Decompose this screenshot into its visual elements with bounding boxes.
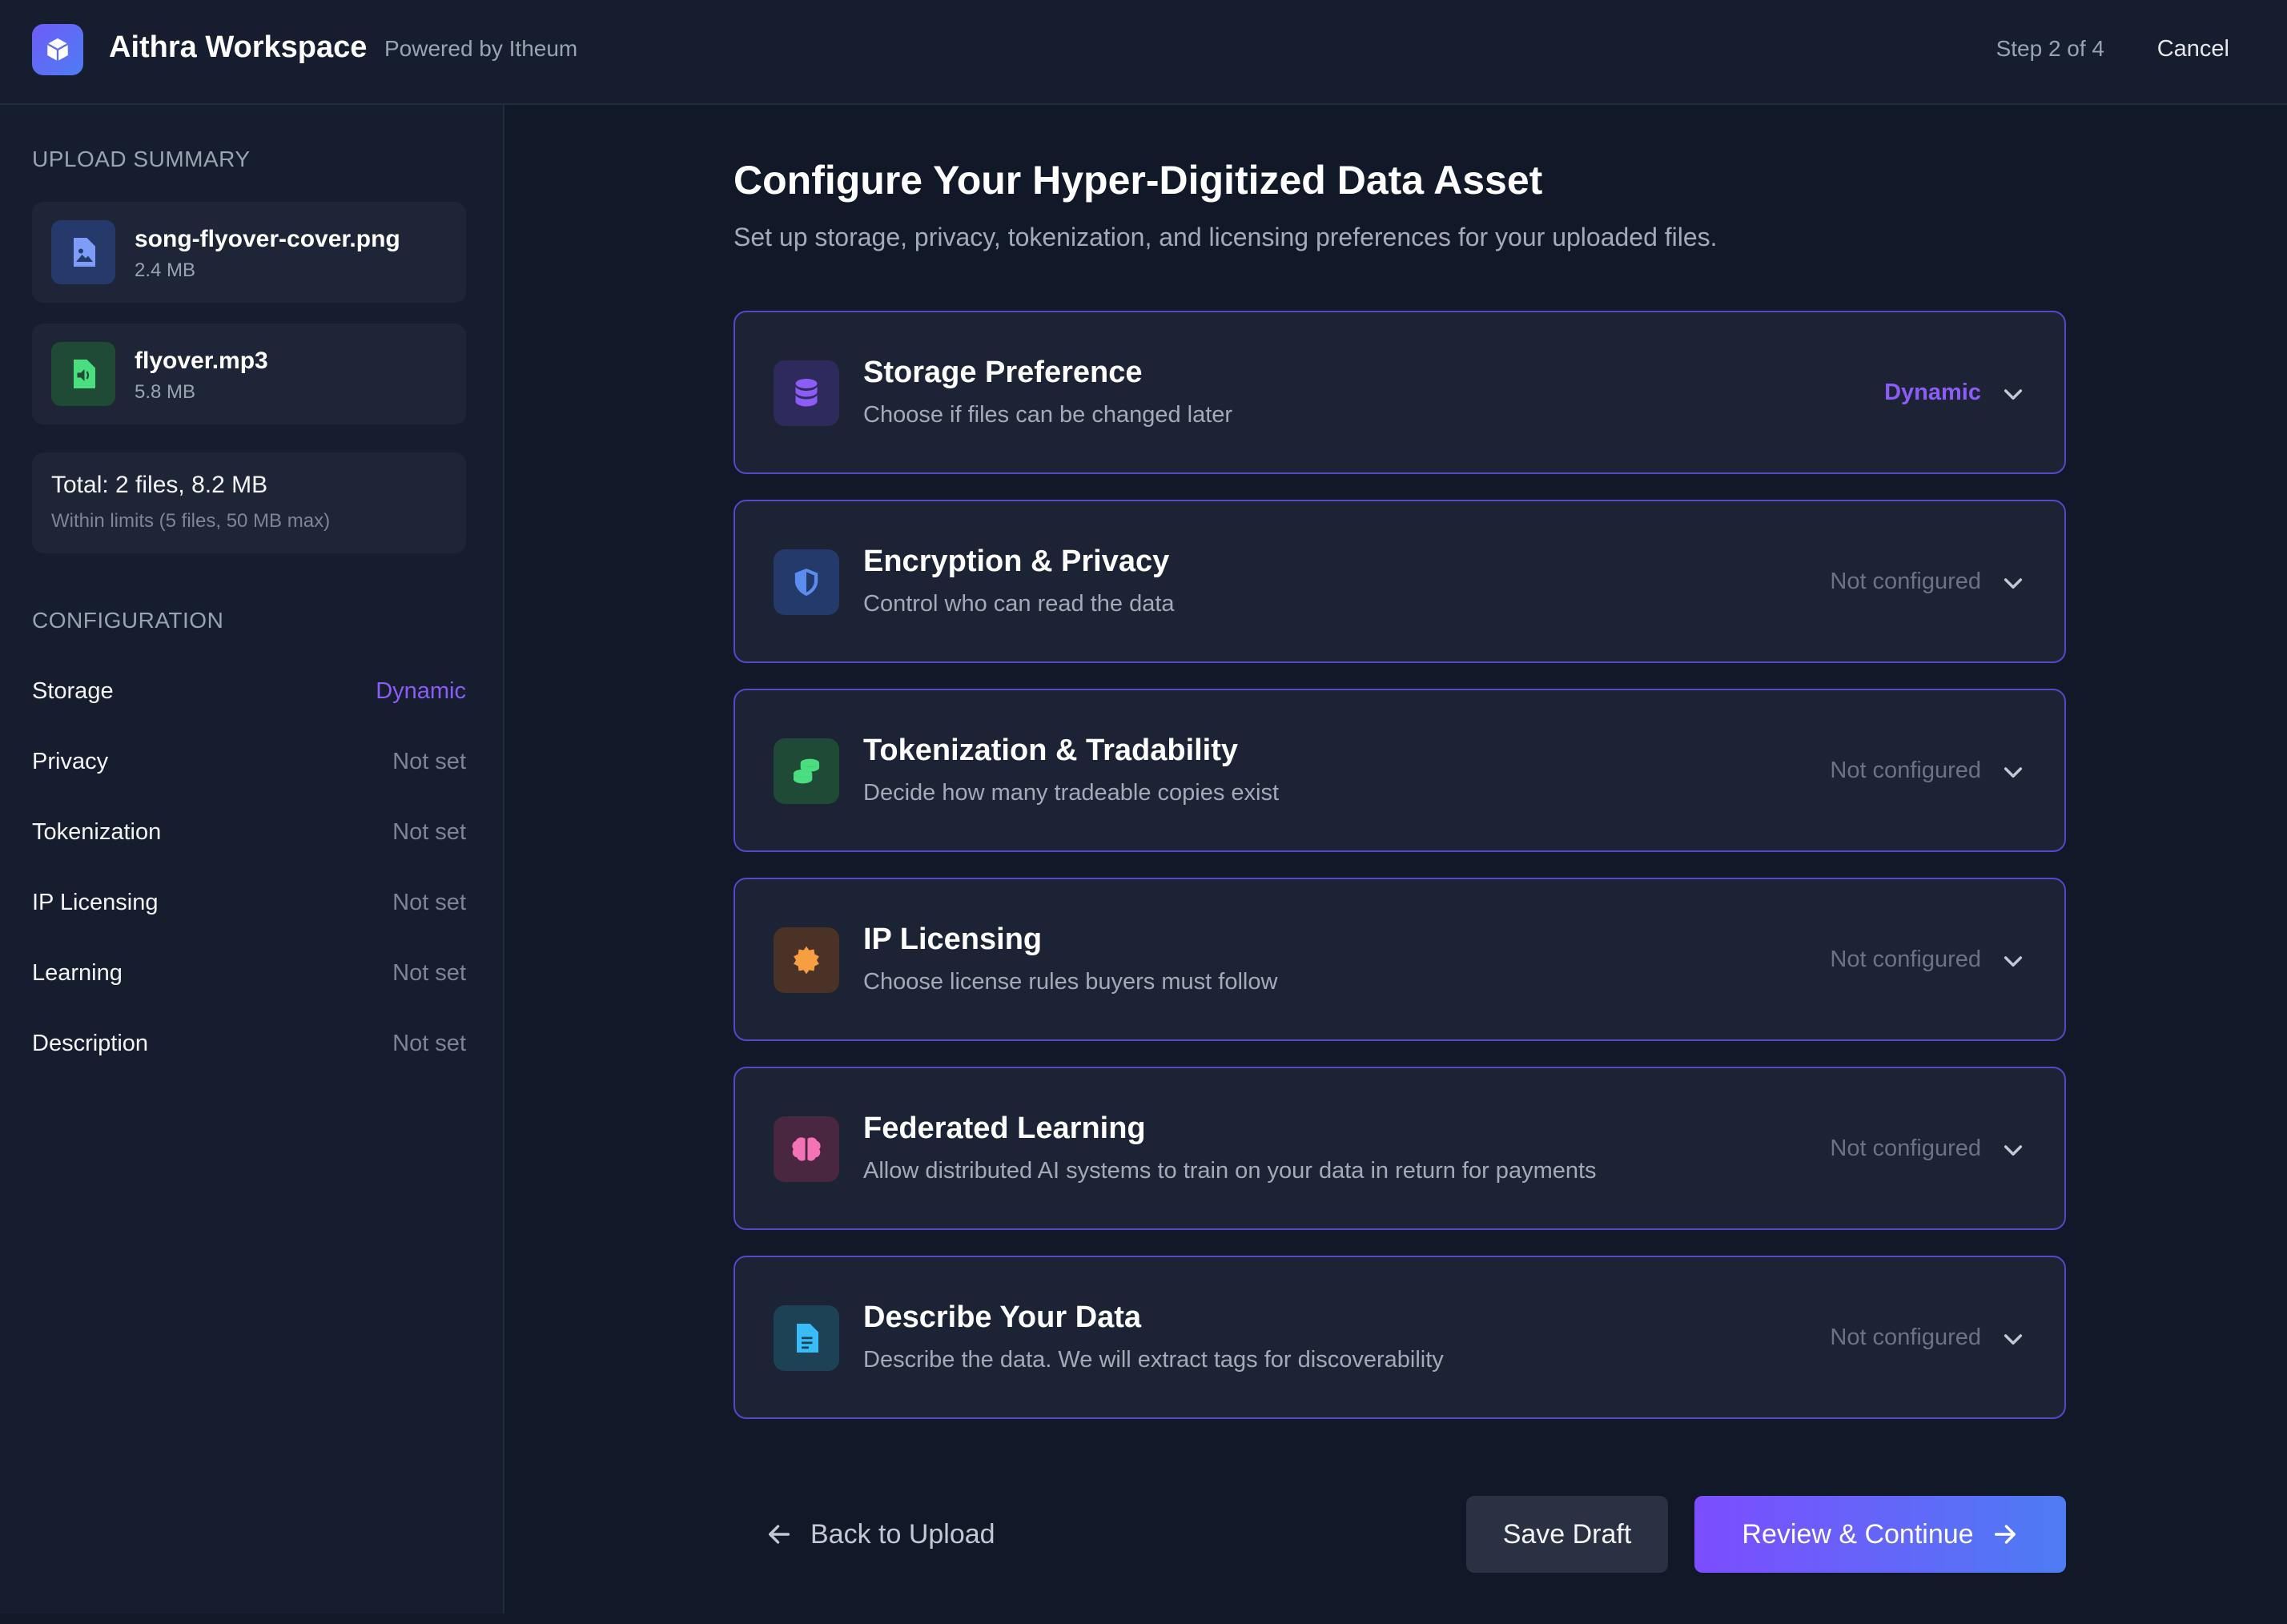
config-value: Not set	[392, 818, 466, 845]
config-value: Not set	[392, 959, 466, 986]
config-row-learning: Learning Not set	[32, 955, 466, 991]
document-icon	[774, 1305, 839, 1371]
config-row-ip-licensing: IP Licensing Not set	[32, 885, 466, 920]
encryption-privacy-card[interactable]: Encryption & Privacy Control who can rea…	[734, 500, 2066, 663]
upload-summary-title: UPLOAD SUMMARY	[32, 147, 251, 171]
config-label: Description	[32, 1030, 149, 1056]
card-status: Not configured	[1830, 569, 1981, 594]
review-continue-button[interactable]: Review & Continue	[1694, 1496, 2066, 1573]
config-label: Storage	[32, 677, 114, 704]
card-description: Choose if files can be changed later	[863, 402, 1233, 428]
config-row-description: Description Not set	[32, 1026, 466, 1061]
card-title: IP Licensing	[863, 923, 1043, 956]
arrow-right-icon	[1994, 1525, 2016, 1544]
config-row-tokenization: Tokenization Not set	[32, 814, 466, 850]
config-row-privacy: Privacy Not set	[32, 744, 466, 779]
card-status: Not configured	[1830, 1325, 1981, 1350]
coins-icon	[774, 738, 839, 804]
app-title: Aithra Workspace	[109, 30, 368, 64]
page-title: Configure Your Hyper-Digitized Data Asse…	[734, 158, 1543, 203]
card-description: Decide how many tradeable copies exist	[863, 780, 1280, 806]
back-label: Back to Upload	[810, 1518, 995, 1550]
card-title: Describe Your Data	[863, 1300, 1142, 1334]
describe-data-card[interactable]: Describe Your Data Describe the data. We…	[734, 1256, 2066, 1419]
storage-preference-card[interactable]: Storage Preference Choose if files can b…	[734, 311, 2066, 474]
total-files: Total: 2 files, 8.2 MB	[51, 472, 268, 498]
card-status: Not configured	[1830, 947, 1981, 972]
chevron-down-icon	[2004, 1145, 2023, 1156]
card-description: Control who can read the data	[863, 591, 1175, 617]
chevron-down-icon	[2004, 389, 2023, 400]
config-label: IP Licensing	[32, 889, 159, 915]
config-value: Not set	[392, 1030, 466, 1056]
config-value: Not set	[392, 748, 466, 774]
chevron-down-icon	[2004, 1334, 2023, 1345]
save-draft-button[interactable]: Save Draft	[1466, 1496, 1668, 1573]
back-to-upload-button[interactable]: Back to Upload	[766, 1510, 995, 1558]
total-summary: Total: 2 files, 8.2 MB Within limits (5 …	[32, 452, 466, 553]
file-size: 2.4 MB	[135, 259, 196, 281]
certificate-icon	[774, 927, 839, 993]
file-card: song-flyover-cover.png 2.4 MB	[32, 202, 466, 303]
config-row-storage: Storage Dynamic	[32, 673, 466, 709]
file-name: song-flyover-cover.png	[135, 226, 400, 252]
limits-note: Within limits (5 files, 50 MB max)	[51, 510, 331, 532]
top-bar: Aithra Workspace Powered by Itheum Step …	[0, 0, 2287, 105]
database-icon	[774, 360, 839, 426]
federated-learning-card[interactable]: Federated Learning Allow distributed AI …	[734, 1067, 2066, 1230]
card-description: Choose license rules buyers must follow	[863, 969, 1278, 995]
card-description: Describe the data. We will extract tags …	[863, 1347, 1444, 1373]
file-size: 5.8 MB	[135, 381, 196, 403]
save-label: Save Draft	[1502, 1518, 1632, 1550]
powered-by-label: Powered by Itheum	[384, 36, 578, 61]
continue-label: Review & Continue	[1742, 1518, 1974, 1550]
chevron-down-icon	[2004, 767, 2023, 778]
config-value: Not set	[392, 889, 466, 915]
card-description: Allow distributed AI systems to train on…	[863, 1158, 1597, 1184]
tokenization-tradability-card[interactable]: Tokenization & Tradability Decide how ma…	[734, 689, 2066, 852]
ip-licensing-card[interactable]: IP Licensing Choose license rules buyers…	[734, 878, 2066, 1041]
audio-file-icon	[51, 342, 115, 406]
card-status: Not configured	[1830, 758, 1981, 783]
card-status: Not configured	[1830, 1136, 1981, 1161]
shield-icon	[774, 549, 839, 615]
chevron-down-icon	[2004, 956, 2023, 967]
card-status: Dynamic	[1884, 380, 1981, 405]
arrow-left-icon	[768, 1525, 790, 1544]
config-label: Learning	[32, 959, 123, 986]
config-label: Tokenization	[32, 818, 162, 845]
brain-icon	[774, 1116, 839, 1182]
sidebar: UPLOAD SUMMARY song-flyover-cover.png 2.…	[0, 105, 504, 1614]
page-subtitle: Set up storage, privacy, tokenization, a…	[734, 223, 1718, 251]
chevron-down-icon	[2004, 578, 2023, 589]
step-indicator: Step 2 of 4	[1996, 36, 2104, 61]
card-title: Tokenization & Tradability	[863, 734, 1239, 767]
config-value: Dynamic	[376, 677, 466, 704]
cube-icon	[32, 24, 83, 75]
cancel-button[interactable]: Cancel	[2157, 36, 2229, 62]
config-label: Privacy	[32, 748, 109, 774]
configuration-title: CONFIGURATION	[32, 608, 224, 633]
file-name: flyover.mp3	[135, 348, 268, 374]
card-title: Encryption & Privacy	[863, 545, 1170, 578]
file-card: flyover.mp3 5.8 MB	[32, 324, 466, 424]
card-title: Storage Preference	[863, 356, 1143, 389]
card-title: Federated Learning	[863, 1111, 1146, 1145]
image-file-icon	[51, 220, 115, 284]
